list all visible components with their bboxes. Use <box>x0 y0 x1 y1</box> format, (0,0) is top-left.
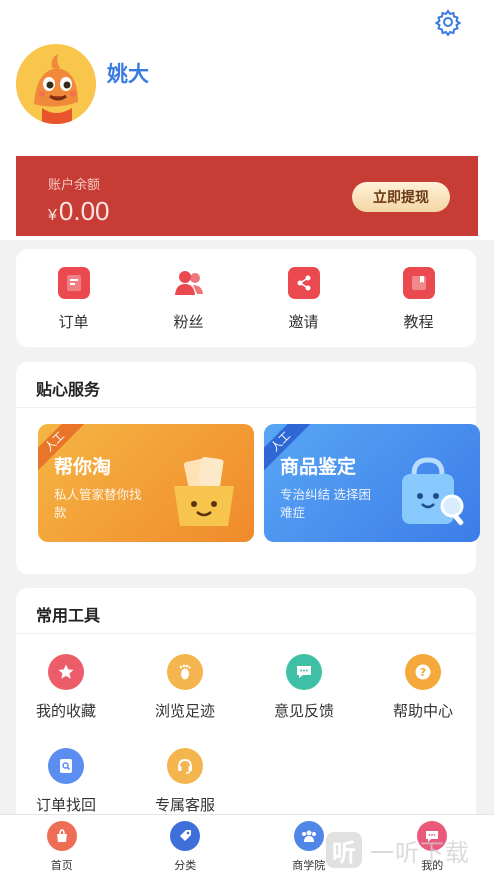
mine-icon <box>417 821 448 851</box>
quick-action-label: 教程 <box>403 314 434 331</box>
tab-home[interactable]: 首页 <box>0 815 124 880</box>
withdraw-button[interactable]: 立即提现 <box>352 182 450 212</box>
username: 姚大 <box>107 63 149 86</box>
share-icon <box>287 267 320 299</box>
promo-desc: 专治纠结 选择困难症 <box>280 488 371 520</box>
quick-action-order[interactable]: 订单 <box>16 249 131 347</box>
promo-title: 商品鉴定 <box>280 457 357 478</box>
tools-card: 常用工具 我的收藏 浏览足迹 意见反馈 ? 帮助中心 订单找回 专属客服 <box>16 588 476 828</box>
quick-actions-card: 订单 粉丝 邀请 教程 <box>16 249 476 347</box>
promo-appraisal[interactable]: 人工 商品鉴定 专治纠结 选择困难症 <box>264 424 480 542</box>
tab-label: 我的 <box>421 860 444 872</box>
shopping-basket-icon <box>164 452 244 532</box>
quick-action-label: 订单 <box>58 314 89 331</box>
tool-help-center[interactable]: ? 帮助中心 <box>373 654 473 721</box>
footprint-icon <box>167 654 203 690</box>
tool-footprint[interactable]: 浏览足迹 <box>135 654 235 721</box>
home-icon <box>46 821 77 851</box>
customer-service-icon <box>167 748 203 784</box>
svg-text:?: ? <box>420 666 426 679</box>
avatar[interactable] <box>16 44 96 124</box>
shopping-bag-magnifier-icon <box>390 452 470 532</box>
promo-desc: 私人管家替你找款 <box>54 488 142 520</box>
promo-help-shop[interactable]: 人工 帮你淘 私人管家替你找款 <box>38 424 254 542</box>
academy-icon <box>293 821 324 851</box>
quick-action-invite[interactable]: 邀请 <box>246 249 361 347</box>
tool-label: 订单找回 <box>35 797 96 814</box>
tool-label: 我的收藏 <box>35 703 96 720</box>
service-title: 贴心服务 <box>36 382 101 399</box>
feedback-icon <box>286 654 322 690</box>
quick-action-fans[interactable]: 粉丝 <box>131 249 246 347</box>
tool-favorites[interactable]: 我的收藏 <box>16 654 116 721</box>
fans-icon <box>173 267 205 299</box>
balance-label: 账户余额 <box>48 177 101 192</box>
tab-label: 分类 <box>174 860 197 872</box>
tools-title: 常用工具 <box>36 608 101 625</box>
bottom-tab-bar: 首页 分类 商学院 我的 <box>0 814 494 880</box>
help-icon: ? <box>405 654 441 690</box>
star-icon <box>48 654 84 690</box>
quick-action-tutorial[interactable]: 教程 <box>361 249 476 347</box>
tool-label: 帮助中心 <box>392 703 453 720</box>
balance-card: 账户余额 ¥0.00 立即提现 <box>16 156 478 236</box>
tab-category[interactable]: 分类 <box>124 815 248 880</box>
quick-action-label: 粉丝 <box>173 314 204 331</box>
tool-order-recovery[interactable]: 订单找回 <box>16 748 116 815</box>
balance-value: 0.00 <box>58 196 110 226</box>
divider <box>16 407 476 408</box>
promo-title: 帮你淘 <box>54 457 112 478</box>
tool-label: 浏览足迹 <box>154 703 215 720</box>
service-card: 贴心服务 人工 帮你淘 私人管家替你找款 人工 商品鉴定 专治纠结 选择困难症 <box>16 362 480 574</box>
tool-label: 专属客服 <box>154 797 215 814</box>
currency-symbol: ¥ <box>48 207 57 224</box>
tab-academy[interactable]: 商学院 <box>247 815 371 880</box>
settings-gear-icon[interactable] <box>434 8 462 37</box>
tutorial-icon <box>402 267 435 299</box>
category-icon <box>170 821 201 851</box>
divider <box>16 633 476 634</box>
tab-mine[interactable]: 我的 <box>371 815 494 880</box>
order-icon <box>57 267 90 299</box>
tab-label: 商学院 <box>292 860 326 872</box>
tab-label: 首页 <box>50 860 73 872</box>
quick-action-label: 邀请 <box>288 314 319 331</box>
tool-customer-service[interactable]: 专属客服 <box>135 748 235 815</box>
order-search-icon <box>48 748 84 784</box>
tool-feedback[interactable]: 意见反馈 <box>254 654 354 721</box>
balance-amount: ¥0.00 <box>48 196 110 227</box>
tool-label: 意见反馈 <box>273 703 334 720</box>
